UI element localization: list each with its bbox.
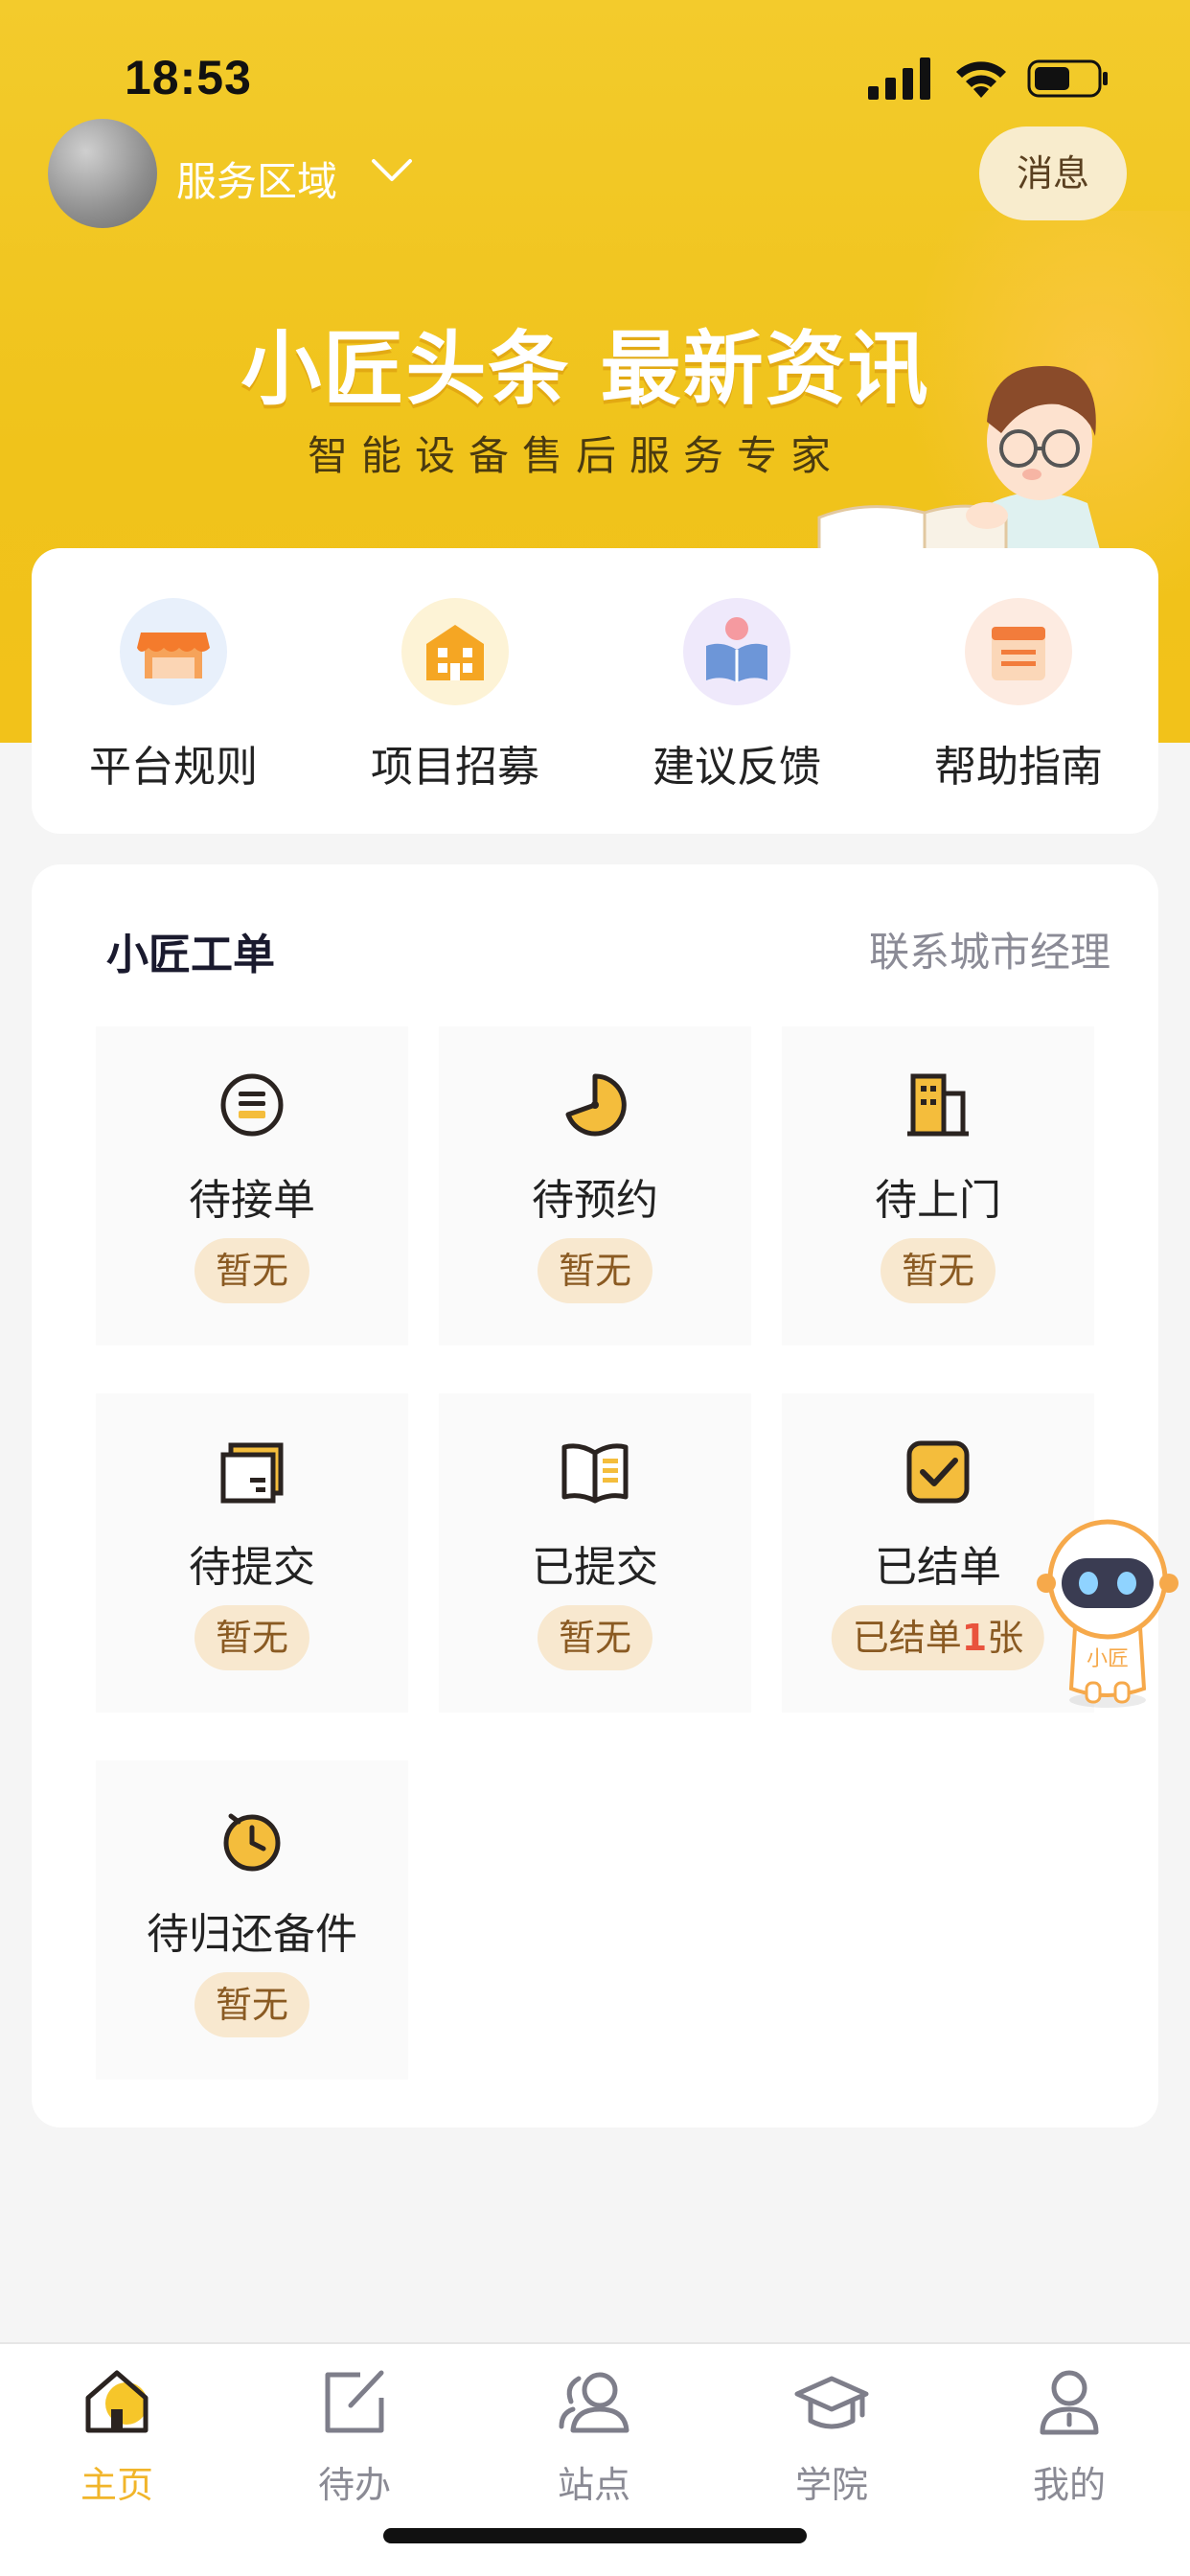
users-icon: [559, 2372, 629, 2433]
nav-label: 站点: [557, 2464, 630, 2506]
nav-label: 学院: [794, 2464, 868, 2506]
open-book-icon: [561, 1443, 629, 1504]
person-icon: [1040, 2370, 1099, 2435]
tile-label: 待归还备件: [147, 1910, 357, 1959]
service-area-selector[interactable]: 服务区域: [176, 150, 337, 208]
work-order-title: 小匠工单: [106, 931, 275, 979]
contact-city-manager-link[interactable]: 联系城市经理: [869, 920, 1110, 978]
shortcut-label: 平台规则: [89, 743, 258, 792]
submit-window-icon: [220, 1442, 284, 1504]
tile-pending-appointment[interactable]: 待预约 暂无: [439, 1026, 751, 1346]
robot-assistant-icon[interactable]: 小匠: [1037, 1512, 1179, 1715]
battery-icon: [1027, 59, 1108, 98]
avatar[interactable]: [48, 119, 157, 228]
edit-icon: [325, 2370, 384, 2433]
work-order-card: 小匠工单 联系城市经理 待接单 暂无 待预约 暂无 待上门 暂无 待提交 暂无 …: [32, 864, 1158, 2128]
checkbox-icon: [906, 1440, 970, 1504]
status-badge: 已结单1张: [831, 1605, 1045, 1670]
shortcut-help-guide[interactable]: 帮助指南: [904, 598, 1133, 794]
tile-label: 待接单: [189, 1176, 315, 1225]
nav-label: 主页: [80, 2464, 153, 2506]
robot-label: 小匠: [1087, 1647, 1129, 1671]
shortcut-platform-rules[interactable]: 平台规则: [58, 598, 288, 794]
wifi-icon: [956, 61, 1006, 98]
tile-pending-submit[interactable]: 待提交 暂无: [96, 1393, 408, 1713]
status-badge: 暂无: [194, 1238, 310, 1303]
cellular-signal-icon: [868, 58, 930, 100]
tile-label: 待提交: [189, 1543, 315, 1592]
clock-moon-icon: [565, 1073, 627, 1137]
status-time: 18:53: [125, 51, 252, 104]
shortcut-project-recruit[interactable]: 项目招募: [340, 598, 570, 794]
tile-label: 已提交: [532, 1543, 658, 1592]
nav-home[interactable]: 主页: [31, 2365, 203, 2508]
status-badge: 暂无: [194, 1605, 310, 1670]
shortcut-label: 建议反馈: [652, 743, 821, 792]
reading-character-illustration: [817, 365, 1107, 575]
tile-submitted[interactable]: 已提交 暂无: [439, 1393, 751, 1713]
shortcut-label: 项目招募: [371, 743, 539, 792]
shortcut-label: 帮助指南: [934, 743, 1103, 792]
home-indicator: [383, 2528, 807, 2543]
feedback-book-icon: [683, 598, 790, 705]
status-badge: 暂无: [194, 1972, 310, 2037]
nav-todo[interactable]: 待办: [268, 2365, 441, 2508]
chevron-down-icon[interactable]: [370, 153, 414, 188]
tile-pending-return-parts[interactable]: 待归还备件 暂无: [96, 1760, 408, 2080]
shortcut-card: 平台规则 项目招募 建议反馈 帮助指南: [32, 548, 1158, 834]
home-icon: [85, 2370, 149, 2433]
tile-pending-visit[interactable]: 待上门 暂无: [782, 1026, 1094, 1346]
stopwatch-icon: [223, 1813, 281, 1872]
status-badge: 暂无: [537, 1605, 653, 1670]
tile-label: 待上门: [875, 1176, 1001, 1225]
tile-pending-accept[interactable]: 待接单 暂无: [96, 1026, 408, 1346]
badge-prefix: 已结单: [852, 1617, 962, 1659]
status-badge: 暂无: [880, 1238, 996, 1303]
nav-station[interactable]: 站点: [508, 2365, 680, 2508]
tile-label: 待预约: [532, 1176, 658, 1225]
order-list-icon: [220, 1073, 284, 1137]
nav-mine[interactable]: 我的: [983, 2365, 1156, 2508]
status-badge: 暂无: [537, 1238, 653, 1303]
nav-label: 待办: [317, 2464, 391, 2506]
shortcut-feedback[interactable]: 建议反馈: [622, 598, 852, 794]
nav-label: 我的: [1032, 2464, 1106, 2506]
graduation-cap-icon: [794, 2376, 869, 2429]
badge-count: 1: [961, 1617, 988, 1659]
badge-suffix: 张: [987, 1617, 1024, 1659]
calendar-guide-icon: [965, 598, 1072, 705]
message-button[interactable]: 消息: [979, 126, 1127, 220]
storefront-icon: [120, 598, 227, 705]
top-bar: 服务区域 消息: [0, 115, 1190, 240]
building-door-icon: [907, 1073, 969, 1137]
building-icon: [401, 598, 509, 705]
nav-academy[interactable]: 学院: [745, 2365, 918, 2508]
